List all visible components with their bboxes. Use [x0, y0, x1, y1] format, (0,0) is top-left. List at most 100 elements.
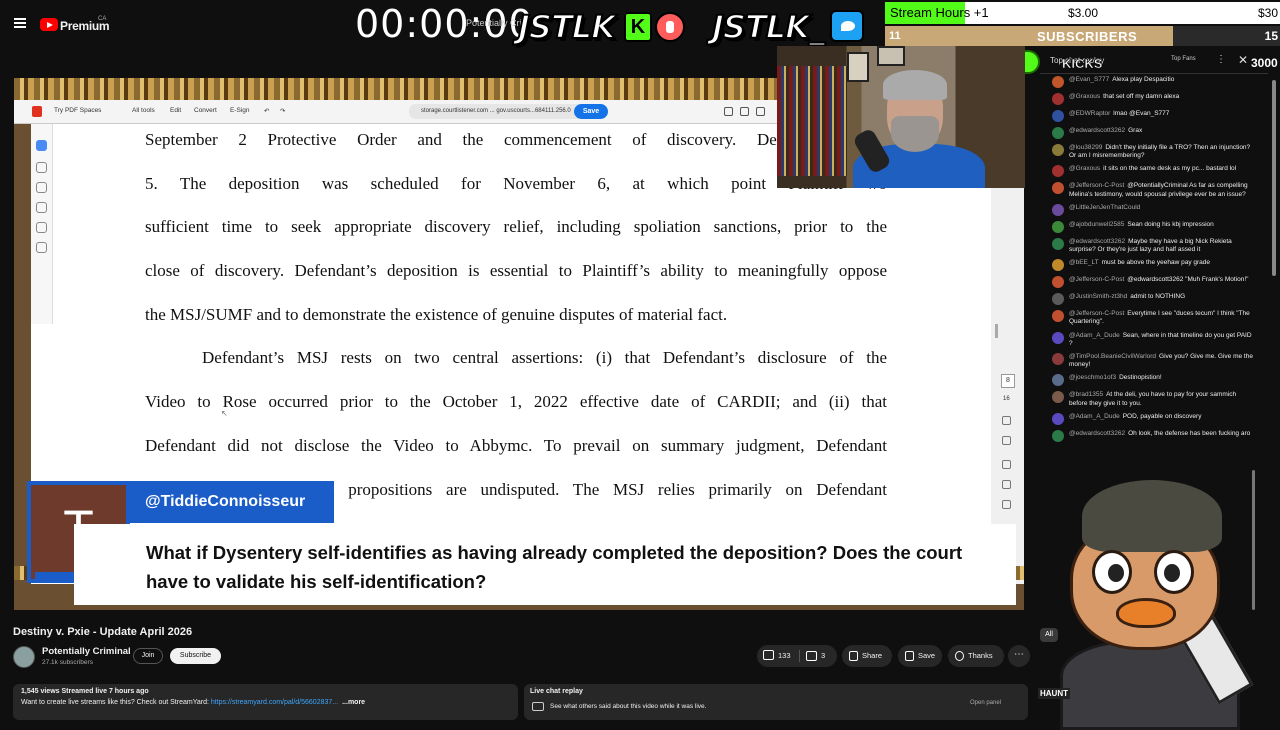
- join-button[interactable]: Join: [133, 648, 163, 664]
- thumbs-up-icon[interactable]: [763, 650, 774, 660]
- print-icon[interactable]: [740, 107, 749, 116]
- chat-author[interactable]: @TimPool.BeanieCivilWarlord: [1069, 353, 1156, 360]
- menu-icon[interactable]: [14, 18, 26, 28]
- chat-message[interactable]: @Jefferson-C-Post @PotentiallyCriminal As…: [1040, 180, 1262, 201]
- chat-author[interactable]: @ajobdunwell2585: [1069, 221, 1124, 228]
- chat-author[interactable]: @edwardscott3262: [1069, 127, 1125, 134]
- page-up-icon[interactable]: [1002, 416, 1011, 425]
- share-button[interactable]: Share: [842, 645, 892, 667]
- acrobat-icon[interactable]: [32, 106, 42, 117]
- convert-menu[interactable]: Convert: [194, 107, 217, 114]
- youtube-logo-icon[interactable]: [40, 18, 58, 31]
- select-tool-icon[interactable]: [36, 140, 47, 151]
- chat-author[interactable]: @EDWRaptor: [1069, 110, 1110, 117]
- chat-message[interactable]: @ajobdunwell2585 Sean doing his kbj impre…: [1040, 219, 1262, 236]
- chat-scrollbar-lower[interactable]: [1252, 470, 1255, 610]
- chat-message[interactable]: @joeschmo1of3 Destinopistion!: [1040, 372, 1262, 389]
- pdf-scrollbar[interactable]: [995, 324, 998, 338]
- chat-author[interactable]: @edwardscott3262: [1069, 430, 1125, 437]
- chat-avatar[interactable]: [1052, 127, 1064, 139]
- redo-icon[interactable]: ↷: [280, 107, 285, 115]
- thumbs-down-icon[interactable]: [806, 651, 817, 661]
- chat-avatar[interactable]: [1052, 353, 1064, 366]
- chat-author[interactable]: @Jefferson-C-Post: [1069, 182, 1124, 189]
- search-icon[interactable]: [724, 107, 733, 116]
- bookmark-icon[interactable]: [756, 107, 765, 116]
- chat-author[interactable]: @LittleJenJenThatCould: [1069, 204, 1140, 211]
- chat-avatar[interactable]: [1052, 110, 1064, 122]
- chat-message[interactable]: @edwardscott3262 Grax: [1040, 125, 1262, 142]
- channel-avatar[interactable]: [13, 646, 35, 668]
- chat-avatar[interactable]: [1052, 429, 1064, 442]
- chat-message[interactable]: @edwardscott3262 Oh look, the defense has…: [1040, 428, 1262, 445]
- chat-avatar[interactable]: [1052, 276, 1064, 289]
- chat-author[interactable]: @Graxous: [1069, 93, 1100, 100]
- undo-icon[interactable]: ↶: [264, 107, 269, 115]
- chat-author[interactable]: @lou38299: [1069, 144, 1102, 151]
- chat-message[interactable]: @lou38299 Didn't they initially file a TR…: [1040, 142, 1262, 163]
- chat-avatar[interactable]: [1052, 237, 1064, 250]
- file-url-box[interactable]: storage.courtlistener.com ... gov.uscour…: [409, 104, 584, 119]
- chat-avatar[interactable]: [1052, 93, 1064, 105]
- zoom-tool-icon[interactable]: [36, 162, 47, 173]
- chat-author[interactable]: @Evan_S777: [1069, 76, 1109, 83]
- chat-message[interactable]: @TimPool.BeanieCivilWarlord Give you? Giv…: [1040, 351, 1262, 372]
- chat-message[interactable]: @EDWRaptor lmao @Evan_S777: [1040, 108, 1262, 125]
- page-number-box[interactable]: 8: [1001, 374, 1015, 388]
- sign-tool-icon[interactable]: [36, 242, 47, 253]
- save-video-button[interactable]: Save: [898, 645, 942, 667]
- highlight-tool-icon[interactable]: [36, 182, 47, 193]
- dislike-count[interactable]: 3: [821, 645, 825, 667]
- chat-avatar[interactable]: [1052, 165, 1064, 178]
- chat-author[interactable]: @edwardscott3262: [1069, 238, 1125, 245]
- all-tools-menu[interactable]: All tools: [132, 107, 155, 114]
- text-tool-icon[interactable]: [36, 222, 47, 233]
- open-panel-button[interactable]: Open panel: [970, 700, 1001, 706]
- chat-avatar[interactable]: [1052, 374, 1064, 387]
- refresh-icon[interactable]: [1002, 480, 1011, 489]
- page-down-icon[interactable]: [1002, 436, 1011, 445]
- subscribe-button[interactable]: Subscribe: [170, 648, 221, 664]
- description-link[interactable]: https://streamyard.com/pal/d/56602837...: [211, 699, 338, 706]
- chat-scrollbar[interactable]: [1272, 80, 1276, 276]
- zoom-out-icon[interactable]: [1002, 500, 1011, 509]
- chat-avatar[interactable]: [1052, 76, 1064, 88]
- chat-author[interactable]: @Graxous: [1069, 165, 1100, 172]
- show-more-link[interactable]: ...more: [342, 699, 365, 706]
- chat-message[interactable]: @Jefferson-C-Post @edwardscott3262 "Muh F…: [1040, 274, 1262, 291]
- chat-avatar[interactable]: [1052, 310, 1064, 323]
- chat-message[interactable]: @Evan_S777 Alexa play Despacitio: [1040, 74, 1262, 91]
- chat-avatar[interactable]: [1052, 391, 1064, 404]
- chat-message[interactable]: @brad1355 At the deli, you have to pay fo…: [1040, 389, 1262, 410]
- chat-author[interactable]: @Adam_A_Dude: [1069, 413, 1120, 420]
- chat-message[interactable]: @JustinSmith-zt3hd admit to NOTHING: [1040, 291, 1262, 308]
- chat-author[interactable]: @joeschmo1of3: [1069, 374, 1116, 381]
- chat-avatar[interactable]: [1052, 220, 1064, 233]
- chat-author[interactable]: @JustinSmith-zt3hd: [1069, 293, 1127, 300]
- more-vert-icon[interactable]: ⋮: [1216, 54, 1226, 65]
- close-icon[interactable]: ✕: [1238, 53, 1248, 67]
- chat-avatar[interactable]: [1052, 293, 1064, 306]
- save-button[interactable]: Save: [574, 104, 608, 119]
- chat-message[interactable]: @Graxous it sits on the same desk as my p…: [1040, 163, 1262, 180]
- more-actions-button[interactable]: ⋯: [1008, 645, 1030, 667]
- chat-author[interactable]: @Adam_A_Dude: [1069, 332, 1120, 339]
- chat-message[interactable]: @Adam_A_Dude POD, payable on discovery: [1040, 411, 1262, 428]
- chat-avatar[interactable]: [1052, 203, 1064, 216]
- chat-avatar[interactable]: [1052, 259, 1064, 272]
- all-chip[interactable]: All: [1040, 628, 1058, 642]
- thanks-button[interactable]: Thanks: [948, 645, 1004, 667]
- pin-icon[interactable]: [1002, 460, 1011, 469]
- chat-message[interactable]: @Adam_A_Dude Sean, where in that timeline…: [1040, 330, 1262, 351]
- esign-menu[interactable]: E-Sign: [230, 107, 250, 114]
- chat-message[interactable]: @LittleJenJenThatCould: [1040, 202, 1262, 219]
- chat-avatar[interactable]: [1052, 144, 1064, 156]
- chat-author[interactable]: @Jefferson-C-Post: [1069, 310, 1124, 317]
- description-box[interactable]: 1,545 views Streamed live 7 hours ago Wa…: [13, 684, 518, 720]
- chat-message[interactable]: @edwardscott3262 Maybe they have a big Ni…: [1040, 236, 1262, 257]
- chat-avatar[interactable]: [1052, 412, 1064, 425]
- edit-menu[interactable]: Edit: [170, 107, 181, 114]
- chat-author[interactable]: @bEE_LT: [1069, 259, 1099, 266]
- draw-tool-icon[interactable]: [36, 202, 47, 213]
- chat-message[interactable]: @Jefferson-C-Post Everytime I see "duces …: [1040, 308, 1262, 329]
